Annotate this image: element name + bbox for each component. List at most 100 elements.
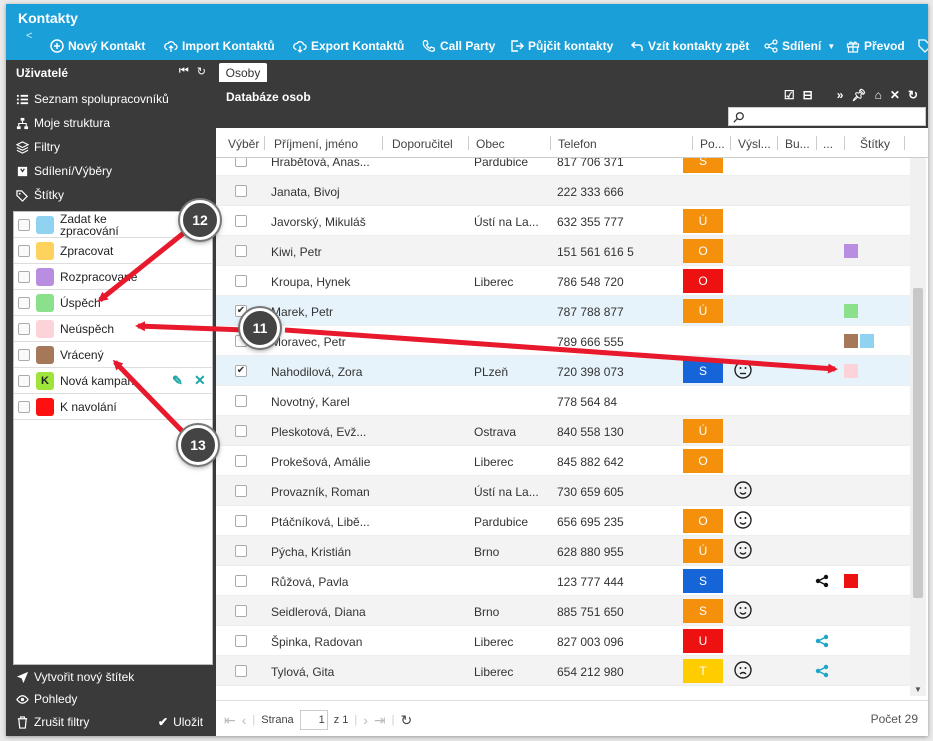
call-party-button[interactable]: Call Party	[422, 37, 495, 55]
take-back-button[interactable]: Vzít kontakty zpět	[630, 37, 749, 55]
row-checkbox[interactable]	[235, 185, 247, 197]
home-icon[interactable]: ⌂	[875, 88, 882, 102]
row-checkbox[interactable]	[235, 575, 247, 587]
scroll-thumb[interactable]	[913, 288, 923, 598]
table-row[interactable]: Moravec, Petr 789 666 555	[216, 326, 910, 356]
shared-icon[interactable]	[815, 634, 829, 648]
sidebar-item-tags[interactable]: Štítky	[16, 188, 64, 202]
save-button[interactable]: ✔ Uložit	[158, 715, 203, 729]
table-row[interactable]: Hrabětová, Anas... Pardubice 817 706 371 S	[216, 158, 910, 176]
refresh-icon[interactable]: ↻	[401, 712, 413, 729]
tag-item[interactable]: Vrácený	[14, 342, 212, 368]
table-row[interactable]: Kiwi, Petr 151 561 616 5 O	[216, 236, 910, 266]
table-row[interactable]: Novotný, Karel 778 564 84	[216, 386, 910, 416]
vertical-scrollbar[interactable]: ▼	[910, 158, 926, 696]
views-button[interactable]: Pohledy	[16, 692, 77, 706]
row-checkbox[interactable]	[235, 665, 247, 677]
col-result[interactable]: Výsl...	[738, 137, 771, 151]
cancel-filters-button[interactable]: Zrušit filtry	[16, 715, 89, 729]
tag-item[interactable]: Úspěch	[14, 290, 212, 316]
new-contact-button[interactable]: Nový Kontakt	[50, 37, 145, 55]
tag-item[interactable]: Neúspěch	[14, 316, 212, 342]
table-row[interactable]: Kroupa, Hynek Liberec 786 548 720 O	[216, 266, 910, 296]
row-checkbox[interactable]	[235, 245, 247, 257]
shared-icon[interactable]	[815, 664, 829, 678]
row-checkbox[interactable]	[235, 635, 247, 647]
scroll-down-arrow[interactable]: ▼	[914, 685, 922, 694]
row-checkbox[interactable]	[235, 485, 247, 497]
table-row[interactable]: Tylová, Gita Liberec 654 212 980 T	[216, 656, 910, 686]
table-row[interactable]: Špinka, Radovan Liberec 827 003 096 U	[216, 626, 910, 656]
sidebar-item-structure[interactable]: Moje struktura	[16, 116, 110, 130]
page-input[interactable]: 1	[299, 710, 328, 730]
tag-checkbox[interactable]	[18, 400, 30, 413]
collapse-left-icon[interactable]: ⏮	[179, 65, 189, 78]
tag-item[interactable]: Zpracovat	[14, 238, 212, 264]
collapse-icon[interactable]: <	[26, 30, 32, 42]
transfer-button[interactable]: Převod	[846, 37, 905, 55]
row-checkbox[interactable]	[235, 455, 247, 467]
double-right-icon[interactable]: »	[837, 88, 844, 102]
sidebar-item-sharing[interactable]: Sdílení/Výběry	[16, 164, 112, 178]
search-input[interactable]	[728, 107, 926, 126]
table-row[interactable]: Javorský, Mikuláš Ústí na La... 632 355 77…	[216, 206, 910, 236]
row-checkbox[interactable]	[235, 425, 247, 437]
delete-tag-icon[interactable]: ✕	[194, 372, 206, 389]
shared-icon[interactable]	[815, 574, 829, 588]
table-row[interactable]: Růžová, Pavla 123 777 444 S	[216, 566, 910, 596]
table-row[interactable]: ✔ Marek, Petr 787 788 877 Ú	[216, 296, 910, 326]
col-po[interactable]: Po...	[700, 137, 725, 151]
tag-checkbox[interactable]	[18, 218, 30, 231]
pin-icon[interactable]: 📌︎	[851, 88, 866, 102]
export-button[interactable]: Export Kontaktů	[293, 37, 404, 55]
refresh-icon[interactable]: ↻	[197, 65, 206, 78]
row-checkbox[interactable]: ✔	[235, 365, 247, 377]
edit-tag-icon[interactable]: ✎	[172, 373, 183, 389]
tag-checkbox[interactable]	[18, 348, 30, 361]
col-referrer[interactable]: Doporučitel	[392, 137, 453, 151]
tab-osoby[interactable]: Osoby	[219, 63, 267, 82]
sidebar-item-filters[interactable]: Filtry	[16, 140, 60, 154]
tag-checkbox[interactable]	[18, 322, 30, 335]
col-select[interactable]: Výběr	[228, 137, 259, 151]
tag-item[interactable]: K navolání	[14, 394, 212, 420]
refresh-icon[interactable]: ↻	[908, 88, 918, 102]
table-row[interactable]: Pleskotová, Evž... Ostrava 840 558 130 Ú	[216, 416, 910, 446]
last-page-icon[interactable]: ⇥	[374, 712, 386, 729]
row-checkbox[interactable]	[235, 515, 247, 527]
create-tag-button[interactable]: Vytvořit nový štítek	[16, 670, 134, 684]
col-tags[interactable]: Štítky	[860, 137, 890, 151]
col-bu[interactable]: Bu...	[785, 137, 810, 151]
table-row[interactable]: Ptáčníková, Libě... Pardubice 656 695 235 O	[216, 506, 910, 536]
row-checkbox[interactable]	[235, 215, 247, 227]
tag-checkbox[interactable]	[18, 374, 30, 387]
table-row[interactable]: ✔ Nahodilová, Zora PLzeň 720 398 073 S	[216, 356, 910, 386]
tag-checkbox[interactable]	[18, 296, 30, 309]
share-dropdown[interactable]: Sdílení ▼	[764, 37, 835, 55]
col-city[interactable]: Obec	[476, 137, 505, 151]
sidebar-item-colleagues[interactable]: Seznam spolupracovníků	[16, 92, 169, 106]
table-row[interactable]: Seidlerová, Diana Brno 885 751 650 S	[216, 596, 910, 626]
next-page-icon[interactable]: ›	[363, 712, 368, 728]
tag-item[interactable]: K Nová kampaň ✎ ✕	[14, 368, 212, 394]
tag-checkbox[interactable]	[18, 270, 30, 283]
row-checkbox[interactable]	[235, 275, 247, 287]
row-checkbox[interactable]	[235, 605, 247, 617]
table-row[interactable]: Janata, Bivoj 222 333 666	[216, 176, 910, 206]
lend-contacts-button[interactable]: Půjčit kontakty	[510, 37, 613, 55]
check-all-icon[interactable]: ☑	[784, 88, 795, 102]
prev-page-icon[interactable]: ‹	[242, 712, 247, 728]
more-toolbar-icon[interactable]	[918, 37, 928, 55]
table-row[interactable]: Pýcha, Kristián Brno 628 880 955 Ú	[216, 536, 910, 566]
col-name[interactable]: Příjmení, jméno	[274, 137, 358, 151]
row-checkbox[interactable]	[235, 158, 247, 167]
import-button[interactable]: Import Kontaktů	[164, 37, 275, 55]
tag-checkbox[interactable]	[18, 244, 30, 257]
close-icon[interactable]: ✕	[890, 88, 900, 102]
tag-item[interactable]: Rozpracované	[14, 264, 212, 290]
col-phone[interactable]: Telefon	[558, 137, 597, 151]
row-checkbox[interactable]	[235, 545, 247, 557]
col-more[interactable]: ...	[823, 137, 833, 151]
uncheck-all-icon[interactable]: ⊟	[803, 88, 813, 102]
row-checkbox[interactable]	[235, 395, 247, 407]
